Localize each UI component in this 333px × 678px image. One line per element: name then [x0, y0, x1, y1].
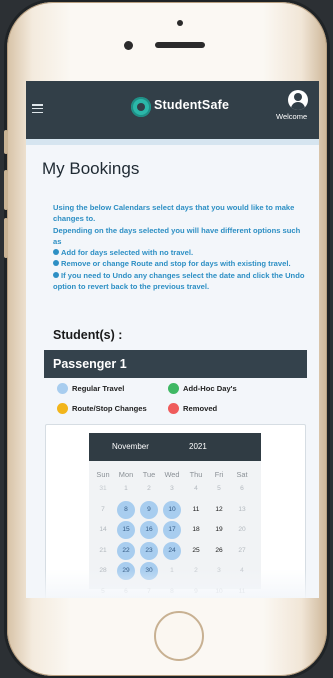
- instructions-intro: Using the below Calendars select days th…: [53, 203, 295, 224]
- calendar-day[interactable]: 26: [210, 542, 228, 560]
- mute-switch: [4, 130, 8, 154]
- calendar-day[interactable]: 6: [233, 480, 251, 498]
- calendar-day[interactable]: 22: [117, 541, 135, 560]
- calendar-day[interactable]: 2: [140, 480, 158, 498]
- studentsafe-logo-icon: [131, 97, 151, 117]
- bullet-icon: [53, 260, 59, 267]
- calendar-day[interactable]: 27: [233, 542, 251, 560]
- calendar-day: 31: [99, 485, 107, 492]
- calendar-day[interactable]: 9: [140, 500, 158, 519]
- welcome-label[interactable]: Welcome: [276, 112, 307, 121]
- top-navigation-bar: StudentSafe Welcome: [26, 81, 319, 139]
- calendar-day[interactable]: 17: [163, 521, 181, 539]
- weekday-label: Wed: [164, 470, 180, 479]
- earpiece-speaker: [155, 42, 205, 48]
- instruction-bullet: Remove or change Route and stop for days…: [53, 258, 305, 269]
- calendar-day[interactable]: 13: [233, 501, 251, 519]
- instruction-bullet: Add for days selected with no travel.: [53, 247, 305, 258]
- app-logo-text: StudentSafe: [154, 98, 230, 112]
- weekday-label: Sat: [236, 470, 248, 479]
- calendar-year[interactable]: 2021: [189, 442, 207, 451]
- passenger-header[interactable]: Passenger 1: [44, 350, 307, 378]
- hamburger-menu-icon[interactable]: [32, 104, 43, 114]
- calendar-day[interactable]: 14: [94, 521, 112, 539]
- weekday-label: Thu: [189, 470, 203, 479]
- legend-regular-travel: Regular Travel: [57, 383, 124, 394]
- legend-adhoc-days: Add-Hoc Day's: [168, 383, 237, 394]
- calendar-day[interactable]: 7: [94, 501, 112, 519]
- calendar-day[interactable]: 12: [210, 501, 228, 519]
- bullet-icon: [53, 271, 59, 278]
- calendar-day[interactable]: 1: [117, 480, 135, 498]
- legend-removed: Removed: [168, 403, 217, 414]
- calendar-day[interactable]: 16: [140, 521, 158, 539]
- students-heading: Student(s) :: [53, 328, 123, 342]
- passenger-title: Passenger 1: [53, 357, 127, 371]
- calendar-day[interactable]: 19: [210, 521, 228, 539]
- volume-up-button: [4, 170, 8, 210]
- instructions-intro-2: Depending on the days selected you will …: [53, 225, 301, 246]
- calendar-day[interactable]: 24: [163, 541, 181, 560]
- legend-dot-icon: [168, 403, 179, 414]
- calendar-day[interactable]: 11: [187, 501, 205, 519]
- calendar-day[interactable]: 5: [210, 480, 228, 498]
- calendar-day[interactable]: 15: [117, 521, 135, 539]
- instructions-text: Using the below Calendars select days th…: [53, 202, 305, 292]
- calendar-day[interactable]: 10: [163, 500, 181, 519]
- weekday-label: Sun: [96, 470, 110, 479]
- weekday-label: Mon: [118, 470, 134, 479]
- header-divider: [26, 139, 319, 145]
- calendar-day[interactable]: 4: [187, 480, 205, 498]
- instruction-bullet: If you need to Undo any changes select t…: [53, 270, 305, 292]
- proximity-sensor: [177, 20, 183, 26]
- legend-dot-icon: [57, 403, 68, 414]
- volume-down-button: [4, 218, 8, 258]
- calendar-header: November 2021: [89, 433, 261, 461]
- calendar-day[interactable]: 23: [140, 541, 158, 560]
- calendar-day[interactable]: 18: [187, 521, 205, 539]
- legend-dot-icon: [57, 383, 68, 394]
- scroll-fade: [26, 569, 319, 598]
- front-camera: [124, 41, 133, 50]
- weekday-label: Fri: [214, 470, 224, 479]
- app-screen: StudentSafe Welcome My Bookings Using th…: [26, 81, 319, 598]
- calendar-day[interactable]: 20: [233, 521, 251, 539]
- legend-dot-icon: [168, 383, 179, 394]
- user-avatar-icon[interactable]: [288, 90, 308, 110]
- bullet-icon: [53, 249, 59, 256]
- calendar-month[interactable]: November: [112, 442, 149, 451]
- legend-route-stop-changes: Route/Stop Changes: [57, 403, 147, 414]
- home-button[interactable]: [154, 611, 204, 661]
- calendar-day[interactable]: 3: [163, 480, 181, 498]
- calendar-day[interactable]: 21: [94, 542, 112, 560]
- weekday-label: Tue: [142, 470, 156, 479]
- page-title: My Bookings: [42, 159, 140, 178]
- calendar-day[interactable]: 25: [187, 542, 205, 560]
- calendar-day[interactable]: 8: [117, 500, 135, 519]
